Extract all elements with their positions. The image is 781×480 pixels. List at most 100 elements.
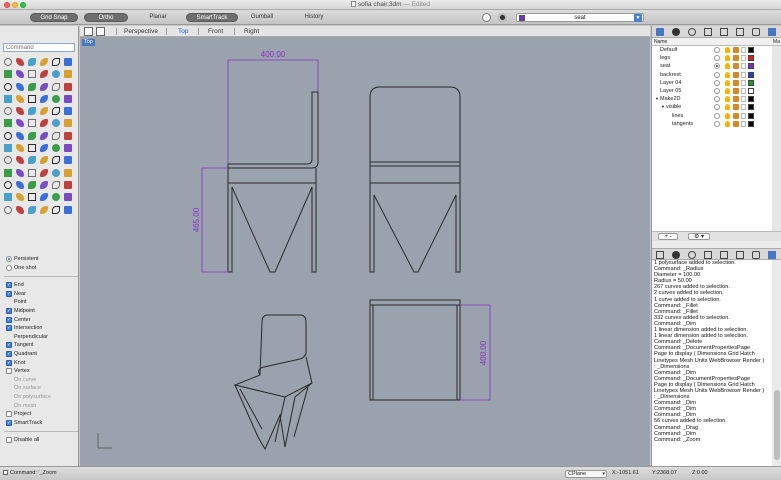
loft-tool-icon[interactable] bbox=[63, 69, 73, 79]
print-tool-icon[interactable] bbox=[15, 168, 25, 178]
properties-tab-icon-2[interactable] bbox=[672, 251, 680, 259]
arc-tool-icon[interactable] bbox=[63, 168, 73, 178]
join-tool-icon[interactable] bbox=[15, 205, 25, 215]
checkbox[interactable] bbox=[6, 350, 12, 358]
pan-tool-icon[interactable] bbox=[51, 131, 61, 141]
sweep-tool-icon[interactable] bbox=[3, 82, 13, 92]
current-layer-radio[interactable] bbox=[714, 47, 720, 53]
layer-color-swatch[interactable] bbox=[748, 71, 754, 78]
layer-tool-icon[interactable] bbox=[51, 118, 61, 128]
history-scrollbar[interactable] bbox=[772, 260, 781, 466]
osnap-knot[interactable]: Knot bbox=[4, 359, 78, 368]
boolean-tool-icon[interactable] bbox=[27, 82, 37, 92]
print-icon[interactable] bbox=[741, 55, 746, 62]
layer-color-swatch[interactable] bbox=[748, 79, 754, 86]
properties-tab-icon[interactable] bbox=[672, 28, 680, 36]
split-tool-icon[interactable] bbox=[63, 192, 73, 202]
osnap-end[interactable]: End bbox=[4, 281, 78, 290]
current-layer-dropdown[interactable]: seat ▼ bbox=[516, 13, 644, 22]
layer-row-layer-05[interactable]: Layer 05 bbox=[652, 87, 772, 95]
offset-tool-icon[interactable] bbox=[63, 180, 73, 190]
osnap-tangent[interactable]: Tangent bbox=[4, 341, 78, 350]
shell-tool-icon[interactable] bbox=[15, 155, 25, 165]
checkbox[interactable] bbox=[6, 411, 12, 418]
lightbulb-icon[interactable] bbox=[725, 71, 730, 78]
curve-tool-icon[interactable] bbox=[27, 57, 37, 67]
network-tool-icon[interactable] bbox=[51, 143, 61, 153]
lock-icon[interactable] bbox=[733, 120, 739, 127]
box-tool-icon[interactable] bbox=[15, 106, 25, 116]
print-icon[interactable] bbox=[741, 96, 746, 103]
lock-icon[interactable] bbox=[733, 104, 739, 111]
display-tab-icon-2[interactable] bbox=[688, 251, 696, 259]
polyline-tool-icon[interactable] bbox=[15, 57, 25, 67]
zoom-tool-icon[interactable] bbox=[39, 131, 49, 141]
osnap-vertex[interactable]: Vertex bbox=[4, 367, 78, 376]
current-layer-radio[interactable] bbox=[714, 79, 720, 86]
polygon-tool-icon[interactable] bbox=[39, 180, 49, 190]
tab-perspective[interactable]: Perspective bbox=[124, 27, 158, 36]
layer-color-swatch[interactable] bbox=[748, 55, 754, 62]
single-view-icon[interactable] bbox=[96, 27, 105, 36]
history-toggle[interactable]: History bbox=[296, 13, 332, 22]
tab-top[interactable]: Top bbox=[178, 27, 188, 36]
arc-tool-icon[interactable] bbox=[39, 57, 49, 67]
print-icon[interactable] bbox=[741, 104, 746, 111]
current-layer-radio[interactable] bbox=[714, 71, 720, 78]
lock-icon[interactable] bbox=[733, 63, 739, 70]
layer-color-swatch[interactable] bbox=[748, 104, 754, 111]
lock-icon[interactable] bbox=[733, 55, 739, 62]
osnap-smarttrack[interactable]: SmartTrack bbox=[4, 419, 78, 428]
expand-triangle-icon[interactable]: ▼ bbox=[655, 95, 659, 103]
patch-tool-icon[interactable] bbox=[39, 143, 49, 153]
scale-tool-icon[interactable] bbox=[51, 94, 61, 104]
lock-icon[interactable] bbox=[733, 87, 739, 94]
camera-tab-icon-2[interactable] bbox=[720, 251, 728, 259]
material-tool-icon[interactable] bbox=[3, 131, 13, 141]
pull-tool-icon[interactable] bbox=[51, 155, 61, 165]
lightbulb-icon[interactable] bbox=[725, 47, 730, 53]
move-tool-icon[interactable] bbox=[39, 205, 49, 215]
layer-color-swatch[interactable] bbox=[748, 63, 754, 70]
osnap-on-curve[interactable]: On curve bbox=[4, 376, 78, 385]
contour-tool-icon[interactable] bbox=[63, 155, 73, 165]
fillet-tool-icon[interactable] bbox=[27, 69, 37, 79]
print-icon[interactable] bbox=[741, 71, 746, 78]
osnap-disable-all[interactable]: Disable all bbox=[4, 436, 78, 445]
copy-tool-icon[interactable] bbox=[51, 205, 61, 215]
layer-row-lines[interactable]: lines bbox=[652, 112, 772, 120]
lightbulb-icon[interactable] bbox=[725, 87, 730, 94]
circle-tool-icon[interactable] bbox=[51, 57, 61, 67]
layer-row-visible[interactable]: ▼ visible bbox=[652, 103, 772, 111]
osnap-one-shot[interactable]: One shot bbox=[4, 264, 78, 273]
layer-row-make2d[interactable]: ▼ Make2D bbox=[652, 95, 772, 103]
trim-tool-icon[interactable] bbox=[51, 82, 61, 92]
layers-tab-icon[interactable] bbox=[656, 28, 664, 36]
checkbox[interactable] bbox=[6, 316, 12, 324]
checkbox[interactable] bbox=[6, 324, 12, 332]
surface-tool-icon[interactable] bbox=[27, 143, 37, 153]
rotate-tool-icon[interactable] bbox=[39, 94, 49, 104]
osnap-on-polysurface[interactable]: On polysurface bbox=[4, 393, 78, 402]
lock-icon[interactable] bbox=[733, 96, 739, 103]
sweep-tool-icon[interactable] bbox=[27, 192, 37, 202]
offset-tool-icon[interactable] bbox=[39, 69, 49, 79]
layer-row-tangents[interactable]: tangents bbox=[652, 120, 772, 128]
point-tool-icon[interactable] bbox=[3, 57, 13, 67]
make2d-tool-icon[interactable] bbox=[27, 155, 37, 165]
snapshots-tab-icon-2[interactable] bbox=[752, 251, 760, 259]
mesh-tool-icon[interactable] bbox=[15, 143, 25, 153]
print-icon[interactable] bbox=[741, 120, 746, 127]
checkbox[interactable] bbox=[6, 307, 12, 315]
revolve-tool-icon[interactable] bbox=[15, 82, 25, 92]
cplane-dropdown[interactable]: CPlane bbox=[565, 470, 607, 478]
osnap-center[interactable]: Center bbox=[4, 316, 78, 325]
nurbs-tool-icon[interactable] bbox=[3, 168, 13, 178]
extrude-tool-icon[interactable] bbox=[51, 69, 61, 79]
osnap-intersection[interactable]: Intersection bbox=[4, 324, 78, 333]
tab-right[interactable]: Right bbox=[244, 27, 259, 36]
lightbulb-icon[interactable] bbox=[725, 79, 730, 86]
light-tool-icon[interactable] bbox=[15, 131, 25, 141]
fillet-tool-icon[interactable] bbox=[51, 180, 61, 190]
rectangle-tool-icon[interactable] bbox=[27, 180, 37, 190]
